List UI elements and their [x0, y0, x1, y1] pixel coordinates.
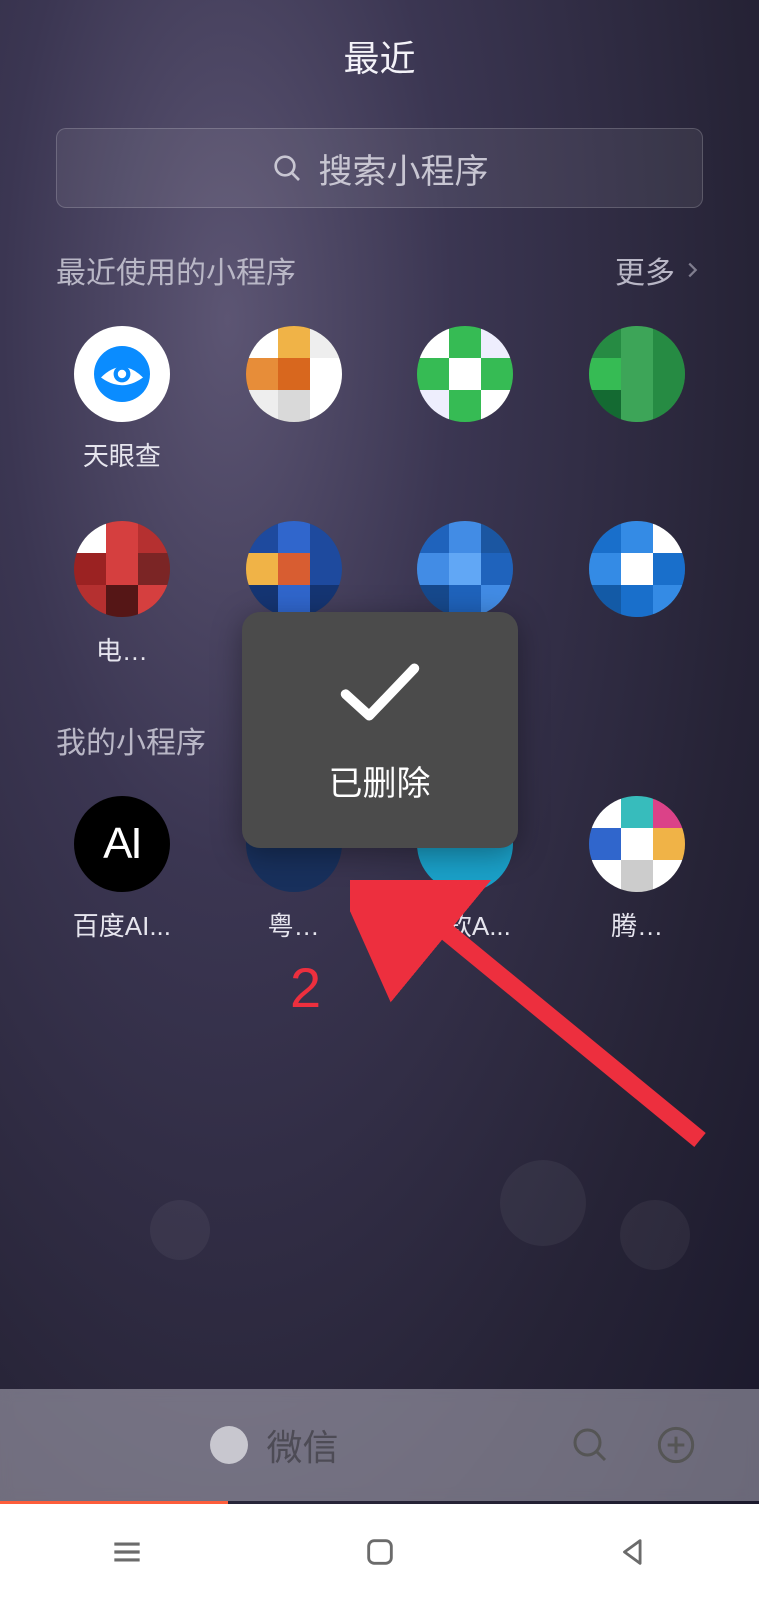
recent-heading: 最近使用的小程序	[56, 248, 296, 292]
search-icon	[570, 1425, 610, 1465]
square-icon	[363, 1535, 397, 1569]
app-icon	[589, 521, 685, 617]
app-icon	[417, 521, 513, 617]
app-label: 粤…	[268, 906, 320, 943]
app-item[interactable]	[208, 316, 380, 483]
decorative-dots	[0, 1140, 759, 1320]
app-label: 电…	[96, 631, 148, 668]
tianyancha-icon	[74, 326, 170, 422]
more-link[interactable]: 更多	[615, 248, 703, 292]
app-label: 百度AI...	[73, 906, 171, 943]
app-item[interactable]	[380, 316, 552, 483]
app-icon	[246, 326, 342, 422]
app-icon	[246, 521, 342, 617]
app-icon	[589, 796, 685, 892]
app-label: 天眼查	[83, 436, 161, 473]
more-label: 更多	[615, 248, 675, 292]
system-nav-bar	[0, 1504, 759, 1600]
annotation-number: 2	[290, 955, 321, 1020]
chevron-right-icon	[681, 259, 703, 281]
toast-message: 已删除	[329, 756, 431, 805]
page-title: 最近	[0, 0, 759, 82]
wechat-peek-bar[interactable]: 微信	[0, 1389, 759, 1501]
plus-icon	[656, 1425, 696, 1465]
nav-home-button[interactable]	[359, 1531, 401, 1573]
mine-heading: 我的小程序	[56, 718, 206, 762]
menu-icon	[108, 1533, 146, 1571]
peek-add-button[interactable]	[653, 1422, 699, 1468]
app-label: 微软A...	[420, 906, 511, 943]
app-baidu-ai[interactable]: AI 百度AI...	[36, 786, 208, 953]
app-item[interactable]: 电…	[36, 511, 208, 678]
delete-toast: 已删除	[242, 612, 518, 848]
peek-search-button[interactable]	[567, 1422, 613, 1468]
app-tianyancha[interactable]: 天眼查	[36, 316, 208, 483]
app-icon	[589, 326, 685, 422]
app-item[interactable]	[551, 511, 723, 678]
search-bar[interactable]: 搜索小程序	[56, 128, 703, 208]
triangle-back-icon	[616, 1535, 650, 1569]
nav-recent-button[interactable]	[106, 1531, 148, 1573]
wechat-avatar	[210, 1426, 248, 1464]
search-placeholder: 搜索小程序	[319, 144, 489, 193]
search-icon	[271, 152, 303, 184]
check-icon	[337, 656, 423, 728]
ai-icon: AI	[74, 796, 170, 892]
app-label: 腾…	[611, 906, 663, 943]
app-item[interactable]	[551, 316, 723, 483]
app-icon	[74, 521, 170, 617]
app-icon	[417, 326, 513, 422]
wechat-title: 微信	[266, 1419, 338, 1471]
nav-back-button[interactable]	[612, 1531, 654, 1573]
app-item[interactable]: 腾…	[551, 786, 723, 953]
